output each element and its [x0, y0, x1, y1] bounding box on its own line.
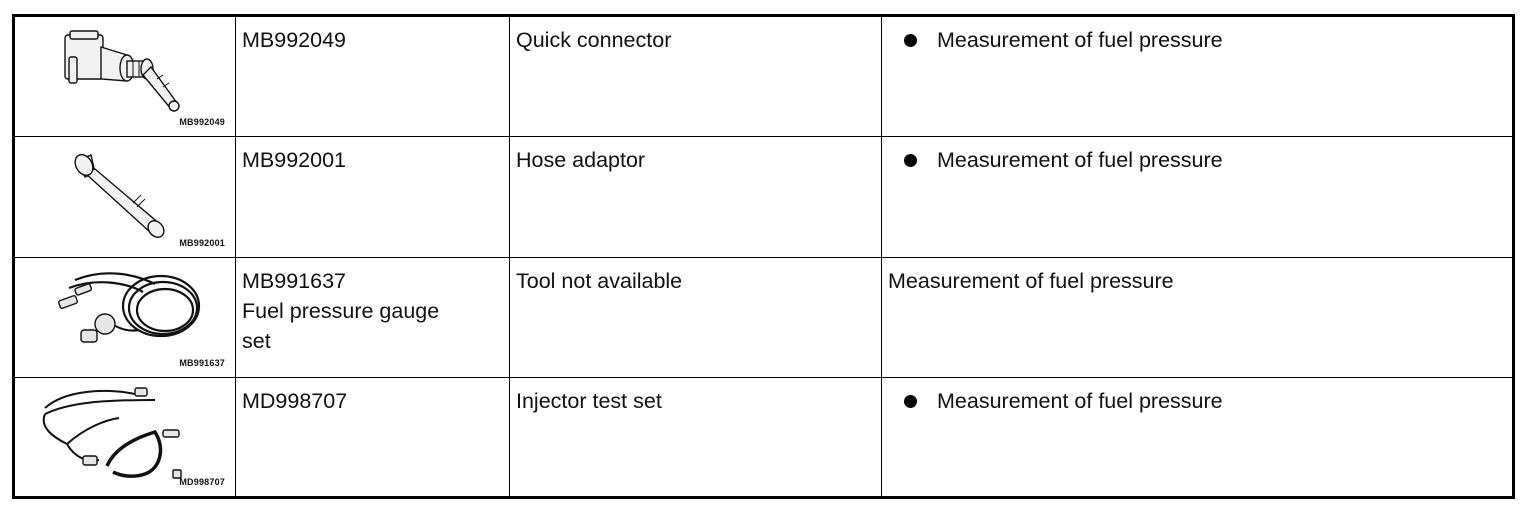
table-row: MB992001 MB992001 Hose adaptor Measureme…	[13, 136, 1514, 258]
bullet-icon	[904, 33, 917, 47]
part-number-cell: MD998707	[235, 377, 510, 498]
table-row: MB991637 MB991637 Fuel pressure gauge se…	[13, 257, 1514, 378]
application-text: Measurement of fuel pressure	[937, 148, 1223, 172]
tool-illustration-cell: MB991637	[13, 257, 236, 378]
tool-name: Injector test set	[516, 389, 662, 413]
application-cell: Measurement of fuel pressure	[881, 15, 1514, 137]
application-text: Measurement of fuel pressure	[937, 389, 1223, 413]
tool-name-cell: Hose adaptor	[509, 136, 882, 258]
part-number: MB992001	[242, 148, 346, 172]
tool-name: Quick connector	[516, 28, 672, 52]
application-cell: Measurement of fuel pressure	[881, 136, 1514, 258]
tool-name: Tool not available	[516, 269, 683, 293]
part-number-cell: MB992049	[235, 15, 510, 137]
tool-illustration-cell: MB992049	[13, 15, 236, 137]
tool-name-cell: Tool not available	[509, 257, 882, 378]
part-number: MB992049	[242, 28, 346, 52]
illustration-code: MB992049	[179, 117, 225, 127]
tool-name: Hose adaptor	[516, 148, 646, 172]
table-row: MB992049 MB992049 Quick connector Measur…	[13, 15, 1514, 137]
illustration-code: MB992001	[179, 238, 225, 248]
tool-name-cell: Quick connector	[509, 15, 882, 137]
part-number: MB991637	[242, 269, 346, 293]
part-description-line: set	[242, 329, 271, 353]
part-number: MD998707	[242, 389, 348, 413]
table-row: MD998707 MD998707 Injector test set Meas…	[13, 377, 1514, 498]
illustration-code: MB991637	[179, 358, 225, 368]
application-cell: Measurement of fuel pressure	[881, 257, 1514, 378]
tool-illustration-cell: MB992001	[13, 136, 236, 258]
tool-illustration-cell: MD998707	[13, 377, 236, 498]
application-cell: Measurement of fuel pressure	[881, 377, 1514, 498]
application-text: Measurement of fuel pressure	[888, 269, 1174, 293]
illustration-code: MD998707	[179, 477, 225, 487]
bullet-icon	[904, 394, 917, 408]
part-number-cell: MB991637 Fuel pressure gauge set	[235, 257, 510, 378]
part-description-line: Fuel pressure gauge	[242, 299, 440, 323]
tool-name-cell: Injector test set	[509, 377, 882, 498]
special-tools-table: MB992049 MB992049 Quick connector Measur…	[12, 14, 1515, 499]
application-text: Measurement of fuel pressure	[937, 28, 1223, 52]
bullet-icon	[904, 153, 917, 167]
part-number-cell: MB992001	[235, 136, 510, 258]
